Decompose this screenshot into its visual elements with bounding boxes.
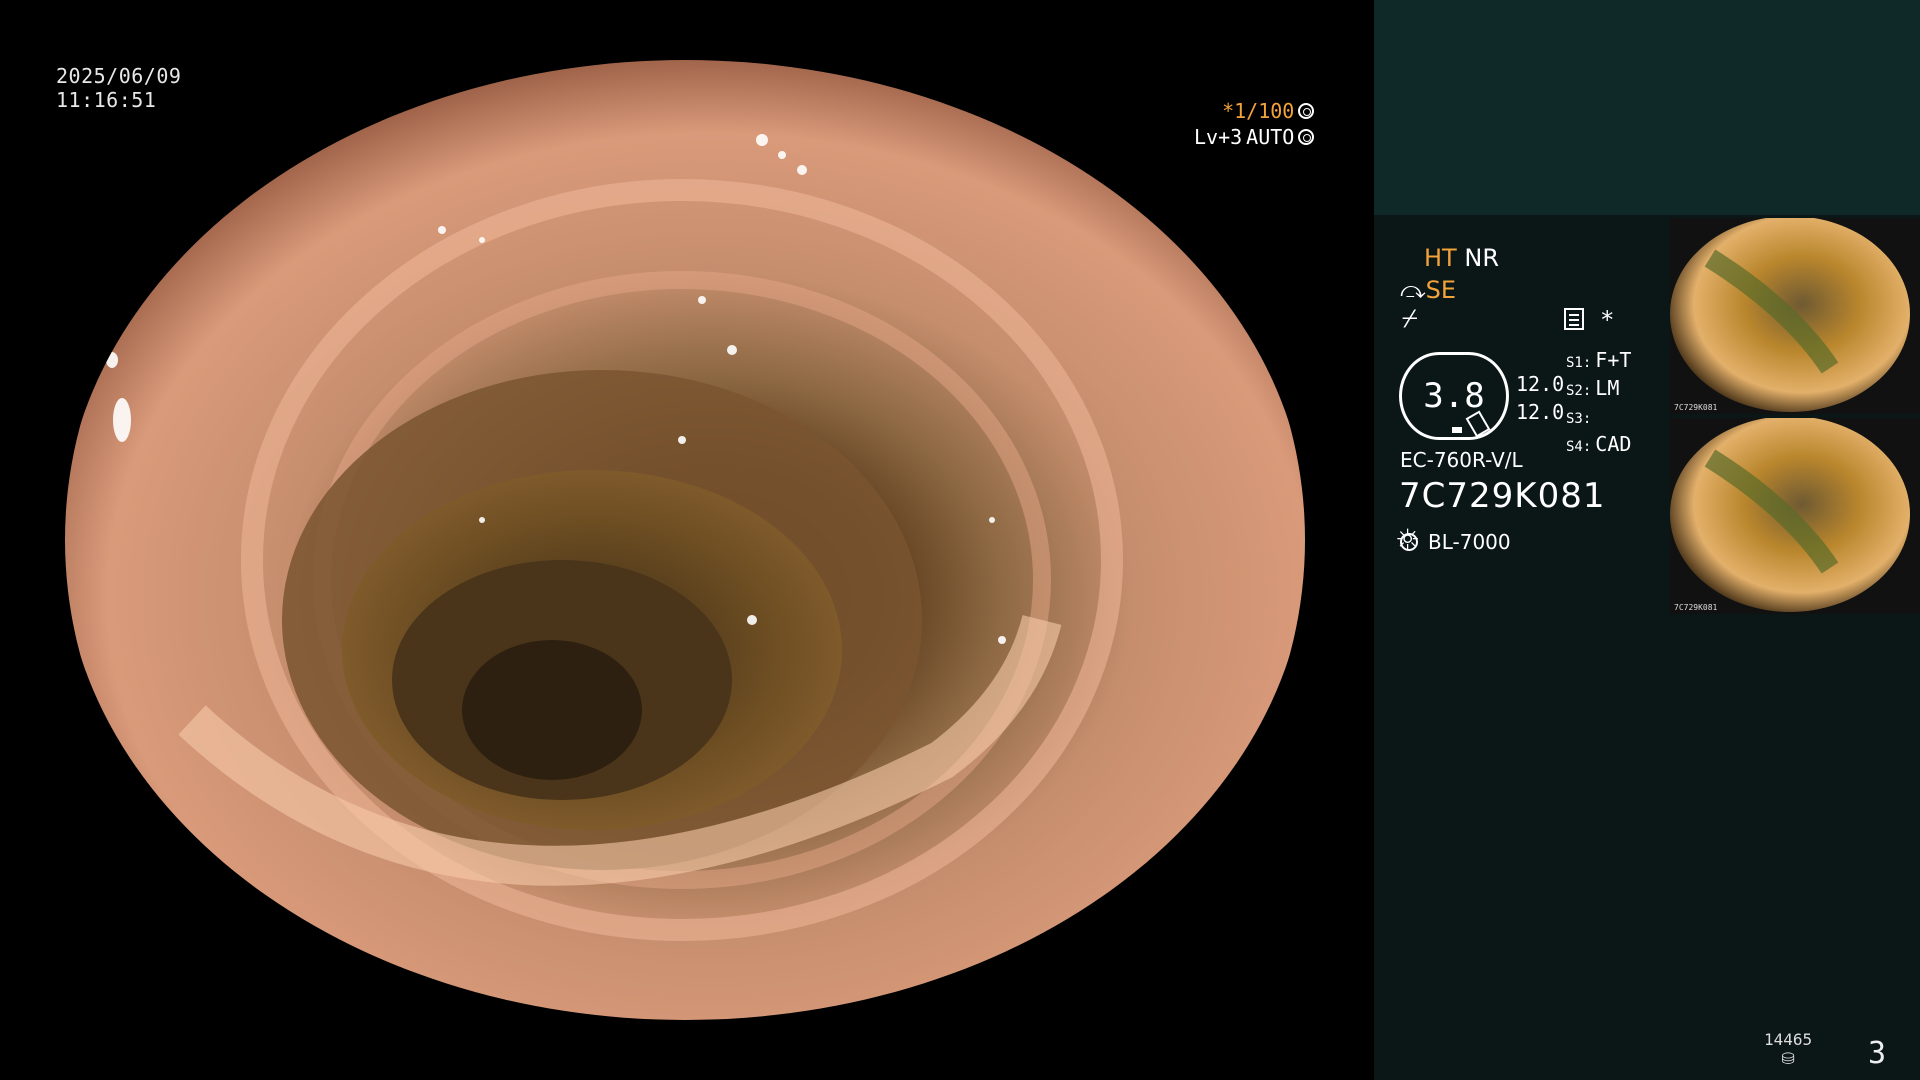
brightness-level: Lv+3 [1194,125,1243,149]
exposure-readout: *1/100 Lv+3 AUTO [1194,98,1315,150]
light-source-icon [1395,526,1420,554]
ht-mode: HT [1424,244,1457,272]
colon-lumen-image [65,60,1305,1020]
gear-icon [1298,103,1315,119]
time-text: 11:16:51 [56,88,157,112]
storage-counter: 14465 ⛁ [1764,1030,1812,1068]
value-1: 12.0 [1516,372,1565,396]
thumbnail-label: 7C729K081 [1674,603,1718,612]
zoom-marker-icon [1452,427,1462,433]
scope-model: EC-760R-V/L [1400,448,1523,472]
light-source-model: BL-7000 [1428,530,1511,554]
switch-s4: S4: CAD [1566,432,1632,456]
endoscope-view [62,60,1308,1020]
thumbnail-label: 7C729K081 [1674,403,1718,412]
zoom-value: 3.8 [1423,376,1485,416]
value-2: 12.0 [1516,400,1565,424]
iris-icon [1298,129,1315,145]
storage-icon: ⛁ [1781,1049,1795,1068]
nr-mode: NR [1464,244,1499,272]
info-panel-header [1374,0,1920,215]
freeze-icon: ⌿ [1402,304,1418,334]
settings-icon [1564,308,1584,330]
star-indicator: * [1600,306,1615,334]
thumbnail-image [1670,418,1910,612]
storage-count: 14465 [1764,1030,1813,1049]
value-readout: 12.0 12.0 [1516,370,1564,426]
capture-thumbnail-1[interactable]: 7C729K081 [1670,218,1920,414]
switch-s3: S3: [1566,411,1592,427]
scope-serial: 7C729K081 [1399,476,1606,516]
se-row: ⤼SE [1400,276,1456,304]
timestamp: 2025/06/09 11:16:51 [56,64,181,112]
se-mode: SE [1425,276,1457,304]
page-number: 3 [1868,1036,1887,1071]
thumbnail-image [1670,218,1910,412]
switch-assignments: S1: F+T S2: LM S3: S4: CAD [1566,348,1631,460]
capture-thumbnail-2[interactable]: 7C729K081 [1670,418,1920,614]
zoom-indicator: 3.8 [1399,352,1509,440]
switch-s2: S2: LM [1566,376,1620,400]
date-text: 2025/06/09 [56,64,182,88]
scope-angle-icon: ⤼ [1400,276,1426,304]
light-source: BL-7000 [1395,526,1511,554]
processing-modes: HT NR [1424,244,1499,272]
switch-s1: S1: F+T [1566,348,1632,372]
exposure-mode: AUTO [1246,125,1295,149]
shutter-speed: *1/100 [1222,99,1295,123]
